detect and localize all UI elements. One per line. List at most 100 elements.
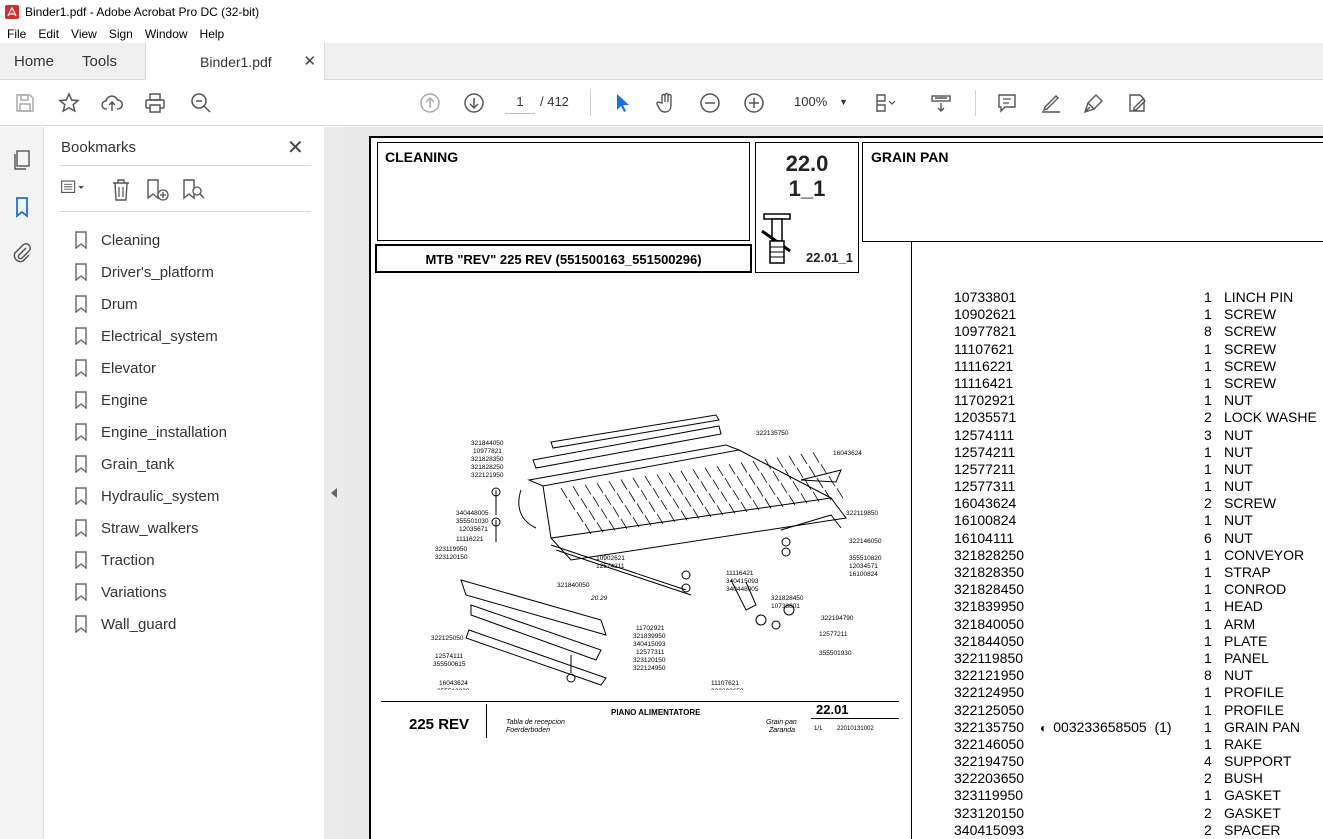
part-code: 322146050	[954, 735, 1025, 752]
hand-tool-icon[interactable]	[654, 91, 678, 115]
part-code: 16100824	[954, 512, 1017, 529]
menu-edit[interactable]: Edit	[31, 27, 64, 41]
zoom-search-icon[interactable]	[189, 91, 213, 115]
callout-label: 321828250	[471, 464, 504, 471]
find-bookmark-icon[interactable]	[180, 177, 206, 203]
attachment-icon[interactable]	[10, 241, 34, 265]
bookmark-icon	[75, 423, 87, 441]
bookmark-label: Straw_walkers	[101, 519, 199, 537]
bookmark-item-straw-walkers[interactable]: Straw_walkers	[74, 512, 227, 544]
bookmark-item-drivers-platform[interactable]: Driver's_platform	[74, 256, 227, 288]
close-panel-icon[interactable]: ✕	[287, 135, 304, 160]
part-qty: 1	[1204, 649, 1212, 666]
part-note: ◐ 003233658505 (1)	[1040, 719, 1172, 737]
zoom-select[interactable]: 100% ▼	[786, 90, 854, 114]
menu-sign[interactable]: Sign	[102, 27, 138, 41]
part-desc: SCREW	[1224, 495, 1277, 512]
bookmark-item-grain-tank[interactable]: Grain_tank	[74, 448, 227, 480]
part-qty: 1	[1204, 701, 1212, 718]
part-desc: GASKET	[1224, 804, 1281, 821]
document-viewport[interactable]: CLEANING MTB "REV" 225 REV (551500163_55…	[344, 127, 1323, 839]
part-qty: 1	[1204, 340, 1212, 357]
close-tab-icon[interactable]: ✕	[303, 43, 316, 80]
toolbar: 1 / 412 100% ▼	[0, 80, 1323, 126]
bookmark-item-drum[interactable]: Drum	[74, 288, 227, 320]
page-number-input[interactable]: 1	[505, 90, 535, 114]
bookmark-label: Engine	[101, 391, 148, 409]
tab-document[interactable]: Binder1.pdf ✕	[145, 43, 326, 80]
part-desc: SCREW	[1224, 374, 1277, 391]
select-cursor-icon[interactable]	[610, 91, 634, 115]
menu-view[interactable]: View	[64, 27, 102, 41]
part-desc: SCREW	[1224, 306, 1277, 323]
tab-home[interactable]: Home	[0, 43, 68, 80]
part-code: 321828450	[954, 581, 1025, 598]
comment-icon[interactable]	[995, 91, 1019, 115]
part-code: 322203650	[954, 770, 1025, 787]
page-thumbnails-icon[interactable]	[10, 148, 34, 172]
bookmark-item-engine-installation[interactable]: Engine_installation	[74, 416, 227, 448]
bookmark-options-icon[interactable]	[60, 177, 86, 203]
bookmark-item-engine[interactable]: Engine	[74, 384, 227, 416]
part-desc: NUT	[1224, 667, 1253, 684]
bookmark-item-variations[interactable]: Variations	[74, 576, 227, 608]
next-page-icon[interactable]	[462, 91, 486, 115]
part-code: 12577211	[954, 460, 1016, 477]
bookmark-item-electrical-system[interactable]: Electrical_system	[74, 320, 227, 352]
footer-right2: Zaranda	[769, 727, 796, 734]
scroll-mode-icon[interactable]	[929, 91, 953, 115]
title-block-rule	[486, 704, 487, 738]
menu-help[interactable]: Help	[193, 27, 230, 41]
callout-label: 322124950	[633, 665, 666, 672]
callout-label: 321844050	[471, 440, 504, 447]
delete-bookmark-icon[interactable]	[108, 177, 134, 203]
bookmark-label: Elevator	[101, 359, 157, 377]
tab-bar: Home Tools Binder1.pdf ✕	[0, 43, 1323, 80]
callout-label: 16100824	[849, 571, 878, 578]
bookmark-item-hydraulic-system[interactable]: Hydraulic_system	[74, 480, 227, 512]
print-icon[interactable]	[143, 91, 167, 115]
menu-window[interactable]: Window	[138, 27, 193, 41]
panel-splitter[interactable]	[324, 127, 344, 839]
part-thumbnail-icon	[761, 213, 791, 264]
zoom-in-icon[interactable]	[742, 91, 766, 115]
edit-text-icon[interactable]	[1125, 91, 1149, 115]
left-rail	[0, 127, 44, 839]
callout-label: 322119850	[846, 510, 878, 517]
code-bottom: 1_1	[788, 176, 826, 201]
part-code: 322121950	[954, 667, 1025, 684]
save-icon[interactable]	[13, 91, 37, 115]
page-fit-icon[interactable]	[873, 91, 897, 115]
star-icon[interactable]	[57, 91, 81, 115]
draw-sign-icon[interactable]	[1082, 91, 1106, 115]
zoom-out-icon[interactable]	[698, 91, 722, 115]
part-code: 322194750	[954, 753, 1025, 770]
callout-label: 11116421	[726, 570, 754, 577]
callout-label: 11116221	[456, 536, 484, 543]
menu-file[interactable]: File	[0, 27, 31, 41]
bookmark-item-elevator[interactable]: Elevator	[74, 352, 227, 384]
bookmark-item-traction[interactable]: Traction	[74, 544, 227, 576]
part-code: 321828350	[954, 564, 1025, 580]
callout-label: 321840050	[557, 582, 590, 589]
highlight-pen-icon[interactable]	[1039, 91, 1063, 115]
callout-label: 12574211	[596, 563, 625, 570]
previous-page-icon[interactable]	[418, 91, 442, 115]
bookmark-panel-icon[interactable]	[10, 195, 34, 219]
collapse-panel-icon[interactable]	[331, 488, 337, 498]
bookmark-item-cleaning[interactable]: Cleaning	[74, 224, 227, 256]
upload-cloud-icon[interactable]	[100, 91, 124, 115]
part-qty: 4	[1204, 753, 1212, 770]
part-desc: NUT	[1224, 443, 1253, 460]
bookmark-icon	[75, 327, 87, 345]
part-desc: STRAP	[1224, 564, 1271, 580]
bookmark-label: Engine_installation	[101, 423, 227, 441]
footer-title: PIANO ALIMENTATORE	[611, 708, 701, 717]
part-qty: 1	[1204, 289, 1212, 305]
bookmark-icon	[75, 359, 87, 377]
bookmark-item-wall-guard[interactable]: Wall_guard	[74, 608, 227, 640]
part-desc: BUSH	[1224, 770, 1263, 787]
dimension-label: 20.29	[590, 595, 608, 602]
tab-tools[interactable]: Tools	[68, 43, 131, 80]
new-bookmark-icon[interactable]	[144, 177, 170, 203]
